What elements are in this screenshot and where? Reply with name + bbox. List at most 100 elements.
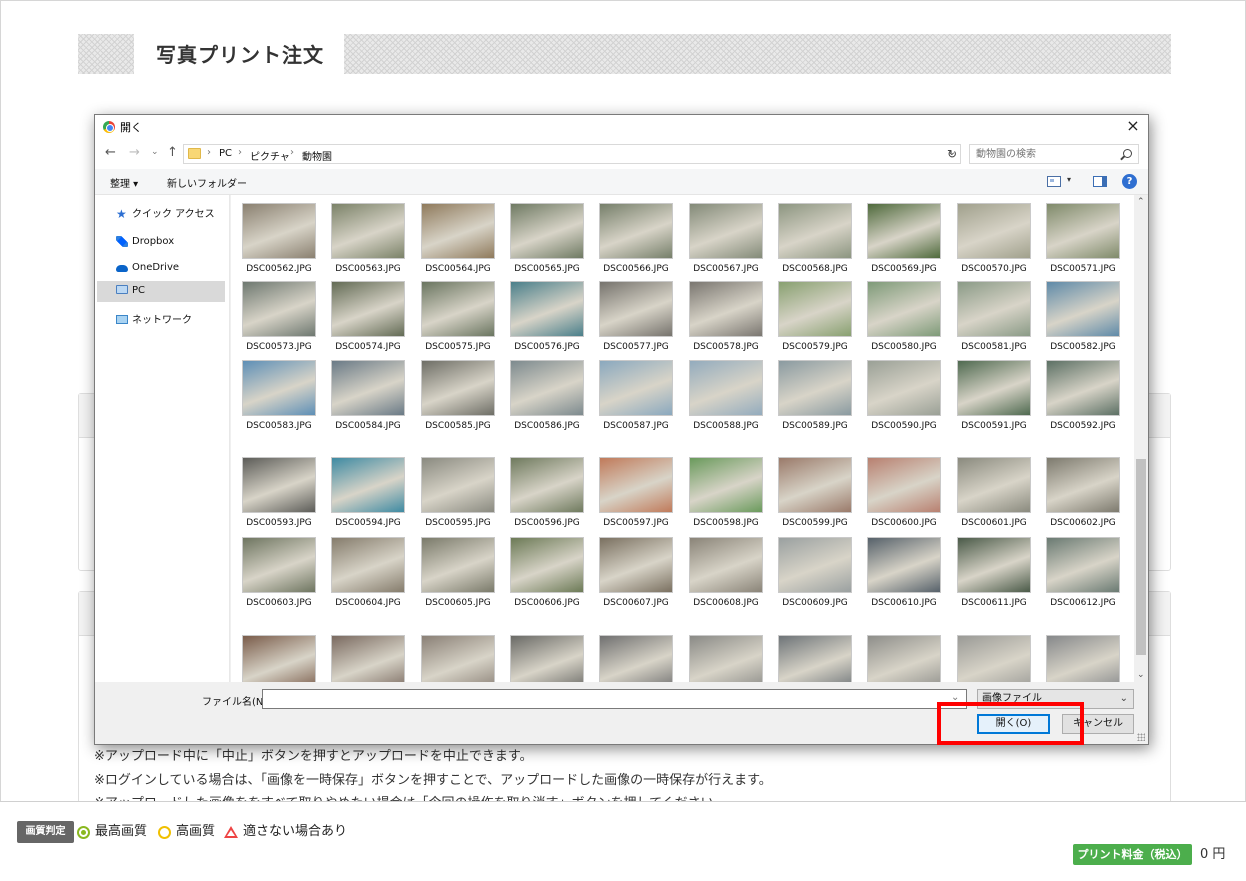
scroll-down-arrow-icon[interactable]: ⌄ [1137,670,1145,680]
file-item[interactable]: DSC00604.JPG [326,535,410,613]
file-item[interactable] [326,633,410,682]
refresh-icon[interactable]: ↻ [943,144,961,164]
file-item[interactable]: DSC00595.JPG [416,455,500,533]
search-icon[interactable] [1123,149,1132,158]
file-item[interactable]: DSC00590.JPG [862,358,946,436]
scroll-up-arrow-icon[interactable]: ⌃ [1137,197,1145,207]
file-item[interactable]: DSC00575.JPG [416,279,500,357]
file-item[interactable] [237,633,321,682]
file-item[interactable]: DSC00576.JPG [505,279,589,357]
file-item[interactable]: DSC00606.JPG [505,535,589,613]
preview-pane-icon[interactable] [1093,176,1107,187]
organize-button[interactable]: 整理 ▾ [110,175,138,190]
file-item[interactable]: DSC00587.JPG [594,358,678,436]
file-item[interactable]: DSC00596.JPG [505,455,589,533]
scrollbar-thumb[interactable] [1136,459,1146,655]
nav-network[interactable]: ネットワーク [97,311,225,331]
file-item[interactable]: DSC00567.JPG [684,201,768,279]
file-item[interactable]: DSC00569.JPG [862,201,946,279]
file-item[interactable] [594,633,678,682]
file-item[interactable]: DSC00608.JPG [684,535,768,613]
file-name: DSC00598.JPG [693,518,759,528]
file-item[interactable]: DSC00570.JPG [952,201,1036,279]
file-item[interactable]: DSC00568.JPG [773,201,857,279]
file-item[interactable]: DSC00580.JPG [862,279,946,357]
file-item[interactable]: DSC00563.JPG [326,201,410,279]
search-box[interactable] [969,144,1139,164]
file-item[interactable] [862,633,946,682]
dialog-titlebar[interactable]: 開く × [95,115,1148,139]
file-item[interactable] [505,633,589,682]
file-item[interactable] [416,633,500,682]
file-item[interactable]: DSC00566.JPG [594,201,678,279]
vertical-scrollbar[interactable]: ⌃ ⌄ [1134,195,1148,682]
file-item[interactable]: DSC00584.JPG [326,358,410,436]
filetype-select[interactable]: 画像ファイル ⌄ [977,689,1134,709]
file-item[interactable]: DSC00588.JPG [684,358,768,436]
filename-dropdown-icon[interactable]: ⌄ [951,692,959,703]
file-item[interactable]: DSC00574.JPG [326,279,410,357]
file-item[interactable]: DSC00583.JPG [237,358,321,436]
view-options-icon[interactable] [1047,176,1061,187]
file-item[interactable]: DSC00582.JPG [1041,279,1125,357]
file-item[interactable]: DSC00607.JPG [594,535,678,613]
file-thumbnail [242,203,316,259]
breadcrumb-zoo[interactable]: 動物園 [302,148,332,163]
file-item[interactable]: DSC00594.JPG [326,455,410,533]
file-item[interactable]: DSC00573.JPG [237,279,321,357]
file-item[interactable] [952,633,1036,682]
file-item[interactable] [773,633,857,682]
file-item[interactable]: DSC00591.JPG [952,358,1036,436]
file-item[interactable]: DSC00598.JPG [684,455,768,533]
file-item[interactable]: DSC00571.JPG [1041,201,1125,279]
back-arrow-icon[interactable]: ← [105,145,116,160]
file-item[interactable]: DSC00578.JPG [684,279,768,357]
file-item[interactable]: DSC00610.JPG [862,535,946,613]
resize-grip-icon[interactable] [1137,733,1145,741]
file-item[interactable]: DSC00597.JPG [594,455,678,533]
file-item[interactable]: DSC00564.JPG [416,201,500,279]
recent-locations-chevron-icon[interactable]: ⌄ [151,147,159,157]
search-input[interactable] [970,145,1118,163]
file-item[interactable]: DSC00593.JPG [237,455,321,533]
file-item[interactable]: DSC00585.JPG [416,358,500,436]
breadcrumb-pc[interactable]: PC [219,148,232,159]
file-item[interactable]: DSC00581.JPG [952,279,1036,357]
file-item[interactable] [1041,633,1125,682]
file-item[interactable]: DSC00586.JPG [505,358,589,436]
view-dropdown-icon[interactable]: ▾ [1067,175,1071,184]
file-item[interactable]: DSC00602.JPG [1041,455,1125,533]
nav-pc[interactable]: PC [97,281,225,302]
file-item[interactable]: DSC00605.JPG [416,535,500,613]
file-item[interactable] [684,633,768,682]
file-thumbnail [510,281,584,337]
cancel-button[interactable]: キャンセル [1062,714,1134,734]
nav-onedrive[interactable]: OneDrive [97,258,225,278]
filename-input[interactable] [262,689,967,709]
file-item[interactable]: DSC00565.JPG [505,201,589,279]
up-arrow-icon[interactable]: ↑ [167,145,178,160]
file-item[interactable]: DSC00611.JPG [952,535,1036,613]
nav-dropbox[interactable]: Dropbox [97,232,225,252]
nav-quick-access[interactable]: クイック アクセス [97,204,225,225]
open-button[interactable]: 開く(O) [977,714,1050,734]
filename-label: ファイル名(N): [202,697,271,708]
file-item[interactable]: DSC00562.JPG [237,201,321,279]
file-item[interactable]: DSC00609.JPG [773,535,857,613]
file-item[interactable]: DSC00603.JPG [237,535,321,613]
help-icon[interactable]: ? [1122,174,1137,189]
file-item[interactable]: DSC00600.JPG [862,455,946,533]
file-item[interactable]: DSC00601.JPG [952,455,1036,533]
file-item[interactable]: DSC00592.JPG [1041,358,1125,436]
file-item[interactable]: DSC00589.JPG [773,358,857,436]
file-thumbnail [957,457,1031,513]
forward-arrow-icon[interactable]: → [129,145,140,160]
breadcrumb-pictures[interactable]: ピクチャ [250,148,290,163]
address-bar[interactable]: › PC › ピクチャ › 動物園 ⌄ [183,144,961,164]
file-item[interactable]: DSC00599.JPG [773,455,857,533]
close-icon[interactable]: × [1118,115,1148,139]
file-item[interactable]: DSC00577.JPG [594,279,678,357]
file-item[interactable]: DSC00579.JPG [773,279,857,357]
file-item[interactable]: DSC00612.JPG [1041,535,1125,613]
new-folder-button[interactable]: 新しいフォルダー [167,175,247,190]
